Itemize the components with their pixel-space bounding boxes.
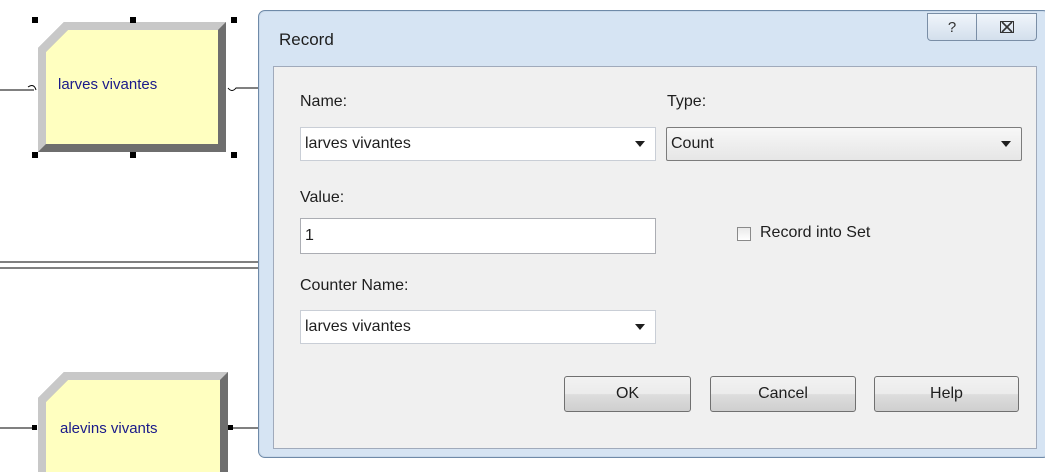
type-value: Count	[671, 135, 714, 152]
help-title-button[interactable]: ?	[927, 13, 977, 41]
close-icon	[999, 21, 1014, 33]
ok-button[interactable]: OK	[564, 376, 691, 412]
dialog-client-area: Name: larves vivantes Type: Count Value:…	[273, 66, 1037, 449]
record-into-set-checkbox[interactable]	[737, 227, 751, 241]
flowchart-module[interactable]: alevins vivants	[38, 372, 230, 472]
close-button[interactable]	[977, 13, 1037, 41]
chevron-down-icon[interactable]	[635, 141, 645, 147]
dialog-title: Record	[279, 30, 334, 49]
name-label: Name:	[300, 93, 348, 110]
counter-name-combobox[interactable]: larves vivantes	[300, 310, 656, 344]
selection-handle[interactable]	[32, 17, 38, 23]
module-label: alevins vivants	[60, 420, 158, 437]
chevron-down-icon[interactable]	[635, 324, 645, 330]
chevron-down-icon[interactable]	[1001, 141, 1011, 147]
name-combobox[interactable]: larves vivantes	[300, 127, 656, 161]
selection-handle[interactable]	[130, 152, 136, 158]
selection-handle[interactable]	[130, 17, 136, 23]
type-select[interactable]: Count	[666, 127, 1022, 161]
title-bar-buttons: ?	[927, 13, 1037, 41]
cancel-button[interactable]: Cancel	[710, 376, 856, 412]
value-input[interactable]: 1	[300, 218, 656, 254]
record-dialog: Record ? Name: larves vivantes Type: Cou…	[258, 10, 1045, 458]
selection-handle[interactable]	[231, 17, 237, 23]
counter-name-value: larves vivantes	[305, 318, 411, 335]
selection-handle[interactable]	[231, 152, 237, 158]
flowchart-module[interactable]: larves vivantes	[38, 22, 228, 154]
type-label: Type:	[667, 93, 707, 110]
value-label: Value:	[300, 189, 345, 206]
record-into-set-label[interactable]: Record into Set	[760, 224, 870, 242]
counter-name-label: Counter Name:	[300, 277, 409, 294]
question-icon: ?	[947, 18, 957, 36]
module-label: larves vivantes	[58, 76, 158, 93]
help-button[interactable]: Help	[874, 376, 1019, 412]
name-value: larves vivantes	[305, 135, 411, 152]
selection-handle[interactable]	[32, 152, 38, 158]
value-text: 1	[305, 227, 314, 244]
